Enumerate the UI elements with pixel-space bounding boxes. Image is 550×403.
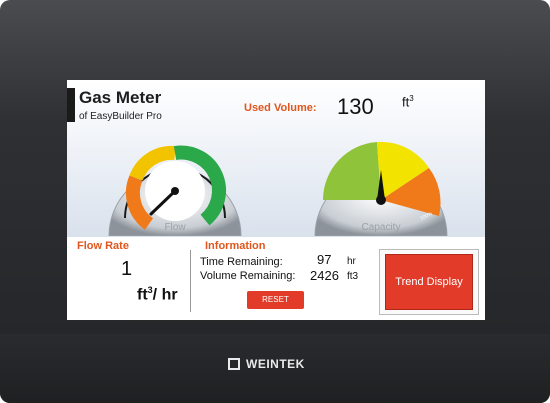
capacity-gauge-label: Capacity — [362, 222, 401, 233]
volume-remaining-unit: ft3 — [347, 271, 359, 282]
information-label: Information — [205, 240, 266, 252]
capacity-gauge-green — [322, 142, 381, 200]
flow-rate-value: 1 — [121, 258, 133, 280]
reset-button[interactable]: RESET — [247, 291, 304, 309]
time-remaining-label: Time Remaining: — [200, 256, 283, 268]
flow-gauge: Flow — [108, 145, 242, 236]
flow-gauge-hub — [171, 187, 179, 195]
trend-display-button[interactable]: Trend Display — [385, 254, 473, 310]
used-volume-value: 130 — [337, 94, 374, 119]
page-title: Gas Meter — [79, 88, 162, 107]
volume-remaining-label: Volume Remaining: — [200, 270, 296, 282]
flow-rate-unit: ft3/ hr — [137, 285, 178, 304]
used-volume-unit: ft3 — [402, 94, 414, 110]
time-remaining-value: 97 — [317, 252, 332, 267]
brand-name: WEINTEK — [246, 357, 305, 371]
capacity-gauge: 100% Capacity — [314, 141, 448, 236]
time-remaining-unit: hr — [347, 256, 356, 267]
hmi-screen: Gas Meter of EasyBuilder Pro Used Volume… — [67, 80, 485, 320]
capacity-gauge-hub — [376, 195, 386, 205]
flow-rate-label: Flow Rate — [77, 240, 129, 252]
brand-logo: WEINTEK — [228, 357, 305, 371]
section-divider — [190, 250, 191, 312]
title-accent-bar — [67, 88, 75, 122]
flow-gauge-label: Flow — [164, 222, 186, 233]
brand-icon — [228, 358, 240, 370]
used-volume-label: Used Volume: — [244, 102, 317, 114]
volume-remaining-value: 2426 — [310, 268, 339, 283]
